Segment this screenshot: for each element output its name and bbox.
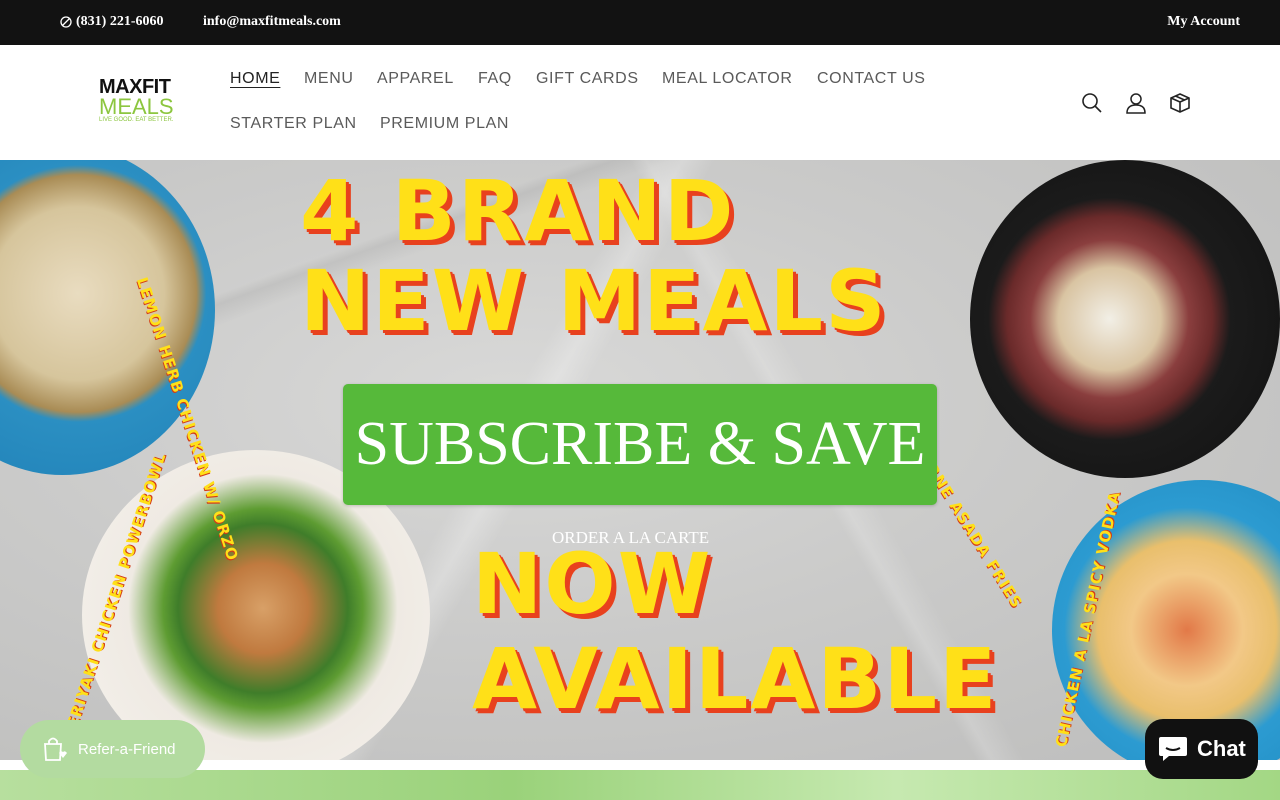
hero-banner[interactable]: LEMON HERB CHICKEN W/ ORZO CARNE ASADA F… bbox=[0, 160, 1280, 760]
chat-bubble-icon bbox=[1159, 737, 1187, 761]
phone-link[interactable]: (831) 221-6060 bbox=[60, 14, 164, 30]
chat-button[interactable]: Chat bbox=[1145, 719, 1258, 779]
now-text: NOW bbox=[472, 535, 713, 633]
site-header: MAXFIT MEALS LIVE GOOD. EAT BETTER. HOME… bbox=[0, 45, 1280, 160]
nav-apparel[interactable]: APPAREL bbox=[377, 70, 454, 88]
site-logo[interactable]: MAXFIT MEALS LIVE GOOD. EAT BETTER. bbox=[99, 77, 183, 128]
available-text: AVAILABLE bbox=[472, 630, 999, 728]
nav-meal-locator[interactable]: MEAL LOCATOR bbox=[662, 70, 793, 88]
search-icon[interactable] bbox=[1081, 92, 1103, 114]
cart-icon[interactable] bbox=[1169, 92, 1191, 114]
nav-starter-plan[interactable]: STARTER PLAN bbox=[230, 115, 357, 133]
phone-number: (831) 221-6060 bbox=[76, 14, 164, 29]
refer-label: Refer-a-Friend bbox=[78, 740, 176, 758]
logo-tagline: LIVE GOOD. EAT BETTER. bbox=[99, 117, 174, 123]
nav-contact-us[interactable]: CONTACT US bbox=[817, 70, 926, 88]
nav-gift-cards[interactable]: GIFT CARDS bbox=[536, 70, 639, 88]
phone-icon bbox=[60, 16, 72, 28]
subscribe-save-button[interactable]: SUBSCRIBE & SAVE bbox=[343, 384, 937, 505]
account-icon[interactable] bbox=[1125, 92, 1147, 114]
my-account-link[interactable]: My Account bbox=[1167, 14, 1240, 30]
nav-faq[interactable]: FAQ bbox=[478, 70, 512, 88]
headline-line-2: NEW MEALS bbox=[300, 252, 888, 350]
nav-menu[interactable]: MENU bbox=[304, 70, 354, 88]
logo-line-2: MEALS bbox=[99, 94, 174, 119]
nav-home[interactable]: HOME bbox=[230, 70, 280, 88]
headline-line-1: 4 BRAND bbox=[300, 162, 736, 260]
email-link[interactable]: info@maxfitmeals.com bbox=[203, 14, 341, 30]
refer-a-friend-button[interactable]: Refer-a-Friend bbox=[20, 720, 205, 778]
next-section-banner bbox=[0, 770, 1280, 800]
nav-premium-plan[interactable]: PREMIUM PLAN bbox=[380, 115, 509, 133]
top-bar: (831) 221-6060 info@maxfitmeals.com My A… bbox=[0, 0, 1280, 45]
chat-label: Chat bbox=[1197, 736, 1246, 761]
food-image-carne-asada-fries bbox=[970, 160, 1280, 478]
gift-bag-icon bbox=[44, 737, 67, 761]
